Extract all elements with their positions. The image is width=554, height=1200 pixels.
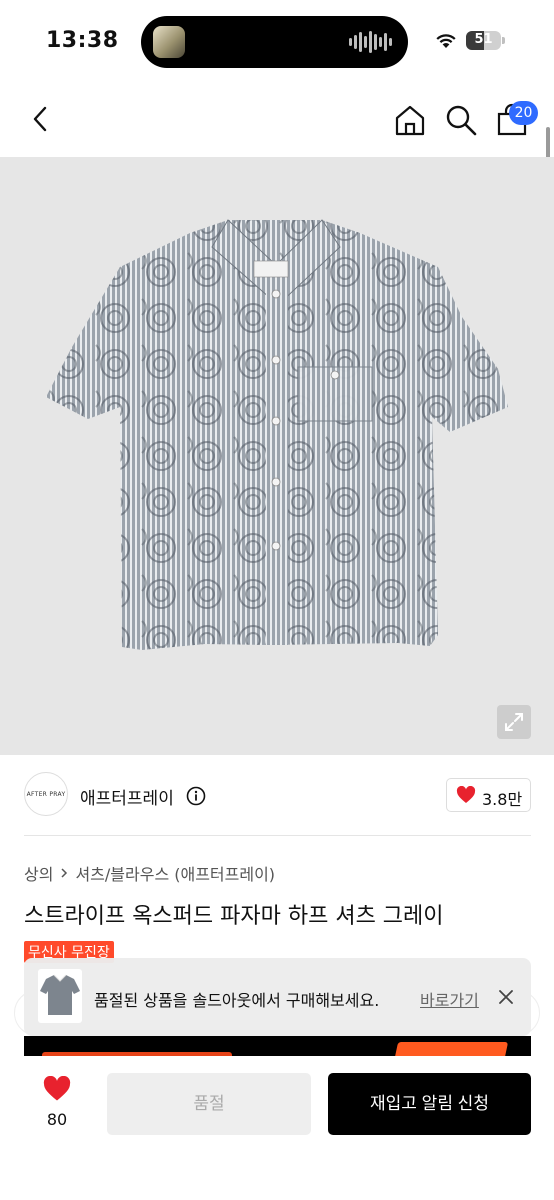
shirt-illustration xyxy=(46,219,508,650)
status-time: 13:38 xyxy=(46,28,119,53)
battery-percent: 51 xyxy=(474,32,493,47)
shirt-body xyxy=(46,219,508,650)
soldout-toast[interactable]: 품절된 상품을 솔드아웃에서 구매해보세요. 바로가기 xyxy=(24,958,531,1036)
battery-cap xyxy=(502,37,505,44)
info-icon[interactable] xyxy=(186,786,206,806)
close-icon[interactable] xyxy=(498,989,514,1005)
product-image[interactable] xyxy=(0,157,554,755)
heart-icon xyxy=(456,786,476,803)
wifi-icon xyxy=(436,34,456,48)
now-playing-artwork xyxy=(153,26,185,58)
divider xyxy=(24,835,531,836)
brand-like-button[interactable]: 3.8만 xyxy=(446,778,531,812)
chevron-left-icon[interactable] xyxy=(24,102,58,136)
brand-row: AFTER PRAY 애프터프레이 3.8만 xyxy=(0,772,554,820)
breadcrumb-subcategory[interactable]: 셔츠/블라우스 (애프터프레이) xyxy=(75,861,275,885)
brand-logo[interactable]: AFTER PRAY xyxy=(24,772,68,816)
expand-icon xyxy=(505,713,523,731)
restock-alert-button[interactable]: 재입고 알림 신청 xyxy=(328,1073,531,1135)
shirt-thumbnail-icon xyxy=(40,974,80,1015)
breadcrumb: 상의 셔츠/블라우스 (애프터프레이) xyxy=(24,861,275,885)
wishlist-count: 80 xyxy=(46,1110,68,1129)
brand-like-count: 3.8만 xyxy=(482,790,523,809)
brand-name[interactable]: 애프터프레이 xyxy=(80,784,174,809)
wishlist-button[interactable]: 80 xyxy=(30,1076,84,1136)
breadcrumb-category[interactable]: 상의 xyxy=(24,861,53,885)
heart-icon xyxy=(43,1076,71,1101)
cart-count-badge: 20 xyxy=(509,101,538,125)
product-title: 스트라이프 옥스퍼드 파자마 하프 셔츠 그레이 xyxy=(24,904,444,929)
chevron-right-icon xyxy=(61,868,68,878)
toast-shortcut-link[interactable]: 바로가기 xyxy=(420,987,479,1011)
home-icon[interactable] xyxy=(392,102,428,138)
expand-image-button[interactable] xyxy=(497,705,531,739)
soldout-button[interactable]: 품절 xyxy=(107,1073,311,1135)
toast-product-thumbnail xyxy=(38,969,82,1023)
search-icon[interactable] xyxy=(443,102,479,138)
status-bar: 13:38 51 xyxy=(0,0,554,80)
bottom-action-bar: 80 품절 재입고 알림 신청 xyxy=(0,1056,554,1200)
toast-message: 품절된 상품을 솔드아웃에서 구매해보세요. xyxy=(94,991,380,1010)
battery-icon: 51 xyxy=(466,31,501,50)
dynamic-island[interactable] xyxy=(141,16,408,68)
top-nav xyxy=(0,90,554,150)
audio-waveform-icon xyxy=(349,30,392,54)
